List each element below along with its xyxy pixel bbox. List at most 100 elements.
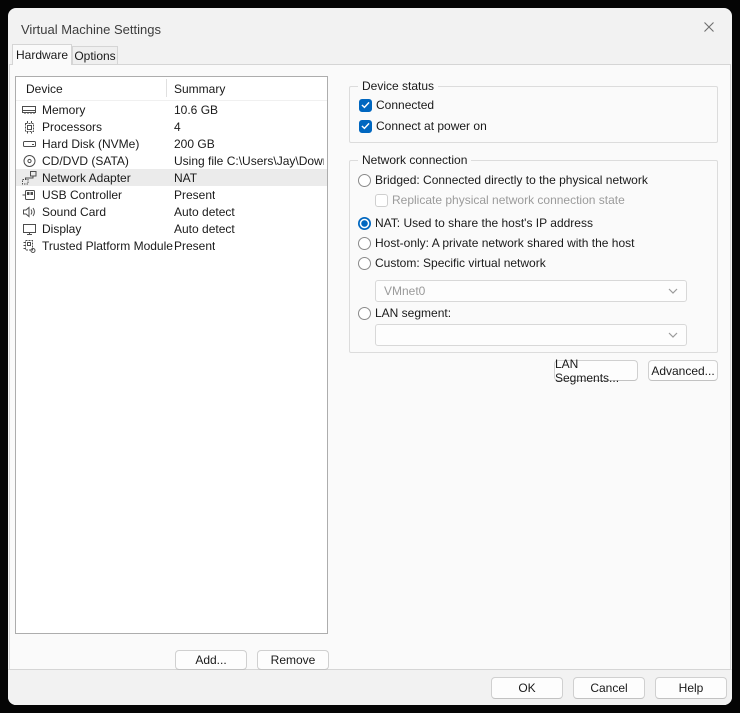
network-connection-group: Network connection Bridged: Connected di… — [349, 160, 718, 353]
add-button-label: Add... — [195, 653, 226, 667]
checked-checkbox-icon[interactable] — [359, 99, 372, 112]
lan-segments-button[interactable]: LAN Segments... — [554, 360, 638, 381]
memory-icon — [22, 102, 37, 117]
radio-unselected-icon[interactable] — [358, 174, 371, 187]
tab-hardware[interactable]: Hardware — [12, 44, 72, 65]
custom-network-dropdown: VMnet0 — [375, 280, 687, 302]
screen: { "window": { "title": "Virtual Machine … — [0, 0, 740, 713]
dialog-footer: OK Cancel Help — [8, 669, 732, 705]
vm-settings-dialog: Virtual Machine Settings Hardware Option… — [8, 8, 732, 705]
device-summary: Present — [174, 188, 215, 202]
title-bar[interactable]: Virtual Machine Settings — [8, 8, 732, 48]
custom-network-value: VMnet0 — [384, 284, 425, 298]
tab-hardware-label: Hardware — [16, 48, 68, 62]
table-row[interactable]: Sound Card Auto detect — [16, 203, 327, 220]
device-name: USB Controller — [42, 188, 122, 202]
lan-segment-label: LAN segment: — [375, 306, 451, 320]
remove-button[interactable]: Remove — [257, 650, 329, 670]
cancel-button[interactable]: Cancel — [573, 677, 645, 699]
cancel-button-label: Cancel — [590, 681, 627, 695]
table-row[interactable]: Display Auto detect — [16, 220, 327, 237]
radio-unselected-icon[interactable] — [358, 237, 371, 250]
close-icon — [703, 21, 715, 33]
advanced-button-label: Advanced... — [651, 364, 714, 378]
table-row[interactable]: USB Controller Present — [16, 186, 327, 203]
network-connection-title: Network connection — [358, 153, 471, 167]
custom-radio-row[interactable]: Custom: Specific virtual network — [358, 256, 546, 270]
connected-checkbox-row[interactable]: Connected — [359, 98, 434, 112]
custom-label: Custom: Specific virtual network — [375, 256, 546, 270]
device-status-group: Device status Connected Connect at power… — [349, 86, 718, 143]
device-summary: Auto detect — [174, 205, 235, 219]
device-status-title: Device status — [358, 79, 438, 93]
connect-at-power-on-label: Connect at power on — [376, 119, 487, 133]
close-button[interactable] — [694, 14, 724, 40]
usb-icon — [22, 187, 37, 202]
tab-options-label: Options — [74, 49, 115, 63]
unchecked-checkbox-icon — [375, 194, 388, 207]
bridged-radio-row[interactable]: Bridged: Connected directly to the physi… — [358, 173, 648, 187]
table-row[interactable]: CD/DVD (SATA) Using file C:\Users\Jay\Do… — [16, 152, 327, 169]
connected-label: Connected — [376, 98, 434, 112]
connect-at-power-on-checkbox-row[interactable]: Connect at power on — [359, 119, 487, 133]
table-row[interactable]: Trusted Platform Module Present — [16, 237, 327, 254]
device-summary: 200 GB — [174, 137, 215, 151]
network-adapter-icon — [22, 170, 37, 185]
device-list-header: Device Summary — [16, 77, 327, 101]
radio-unselected-icon[interactable] — [358, 257, 371, 270]
advanced-button[interactable]: Advanced... — [648, 360, 718, 381]
device-name: Processors — [42, 120, 102, 134]
lan-segments-button-label: LAN Segments... — [555, 357, 637, 385]
bridged-label: Bridged: Connected directly to the physi… — [375, 173, 648, 187]
remove-button-label: Remove — [271, 653, 316, 667]
display-icon — [22, 221, 37, 236]
device-summary: Using file C:\Users\Jay\Downlo... — [174, 154, 324, 168]
ok-button-label: OK — [518, 681, 535, 695]
device-name: Display — [42, 222, 81, 236]
chevron-down-icon — [668, 332, 678, 338]
help-button-label: Help — [679, 681, 704, 695]
device-list[interactable]: Device Summary Memory 10.6 GB — [15, 76, 328, 634]
cd-dvd-icon — [22, 153, 37, 168]
host-only-label: Host-only: A private network shared with… — [375, 236, 634, 250]
processor-icon — [22, 119, 37, 134]
device-summary: Auto detect — [174, 222, 235, 236]
device-summary: NAT — [174, 171, 197, 185]
tpm-icon — [22, 238, 37, 253]
replicate-checkbox-row: Replicate physical network connection st… — [375, 193, 625, 207]
checked-checkbox-icon[interactable] — [359, 120, 372, 133]
tab-options[interactable]: Options — [72, 46, 118, 65]
ok-button[interactable]: OK — [491, 677, 563, 699]
device-name: Sound Card — [42, 205, 106, 219]
hardware-tab-page: Device Summary Memory 10.6 GB — [9, 64, 731, 670]
replicate-label: Replicate physical network connection st… — [392, 193, 625, 207]
help-button[interactable]: Help — [655, 677, 727, 699]
radio-selected-icon[interactable] — [358, 217, 371, 230]
device-name: Network Adapter — [42, 171, 131, 185]
table-row[interactable]: Hard Disk (NVMe) 200 GB — [16, 135, 327, 152]
nat-label: NAT: Used to share the host's IP address — [375, 216, 593, 230]
table-row[interactable]: Processors 4 — [16, 118, 327, 135]
sound-icon — [22, 204, 37, 219]
chevron-down-icon — [668, 288, 678, 294]
device-summary: Present — [174, 239, 215, 253]
table-row[interactable]: Memory 10.6 GB — [16, 101, 327, 118]
nat-radio-row[interactable]: NAT: Used to share the host's IP address — [358, 216, 593, 230]
lan-segment-dropdown — [375, 324, 687, 346]
host-only-radio-row[interactable]: Host-only: A private network shared with… — [358, 236, 634, 250]
lan-segment-radio-row[interactable]: LAN segment: — [358, 306, 451, 320]
column-header-summary: Summary — [174, 82, 225, 96]
device-name: Trusted Platform Module — [42, 239, 173, 253]
device-name: CD/DVD (SATA) — [42, 154, 129, 168]
radio-unselected-icon[interactable] — [358, 307, 371, 320]
device-summary: 10.6 GB — [174, 103, 218, 117]
device-name: Hard Disk (NVMe) — [42, 137, 139, 151]
device-summary: 4 — [174, 120, 181, 134]
column-header-device: Device — [26, 82, 63, 96]
add-button[interactable]: Add... — [175, 650, 247, 670]
device-name: Memory — [42, 103, 85, 117]
table-row-selected[interactable]: Network Adapter NAT — [16, 169, 327, 186]
hard-disk-icon — [22, 136, 37, 151]
window-title: Virtual Machine Settings — [21, 22, 161, 37]
column-divider — [166, 79, 167, 97]
